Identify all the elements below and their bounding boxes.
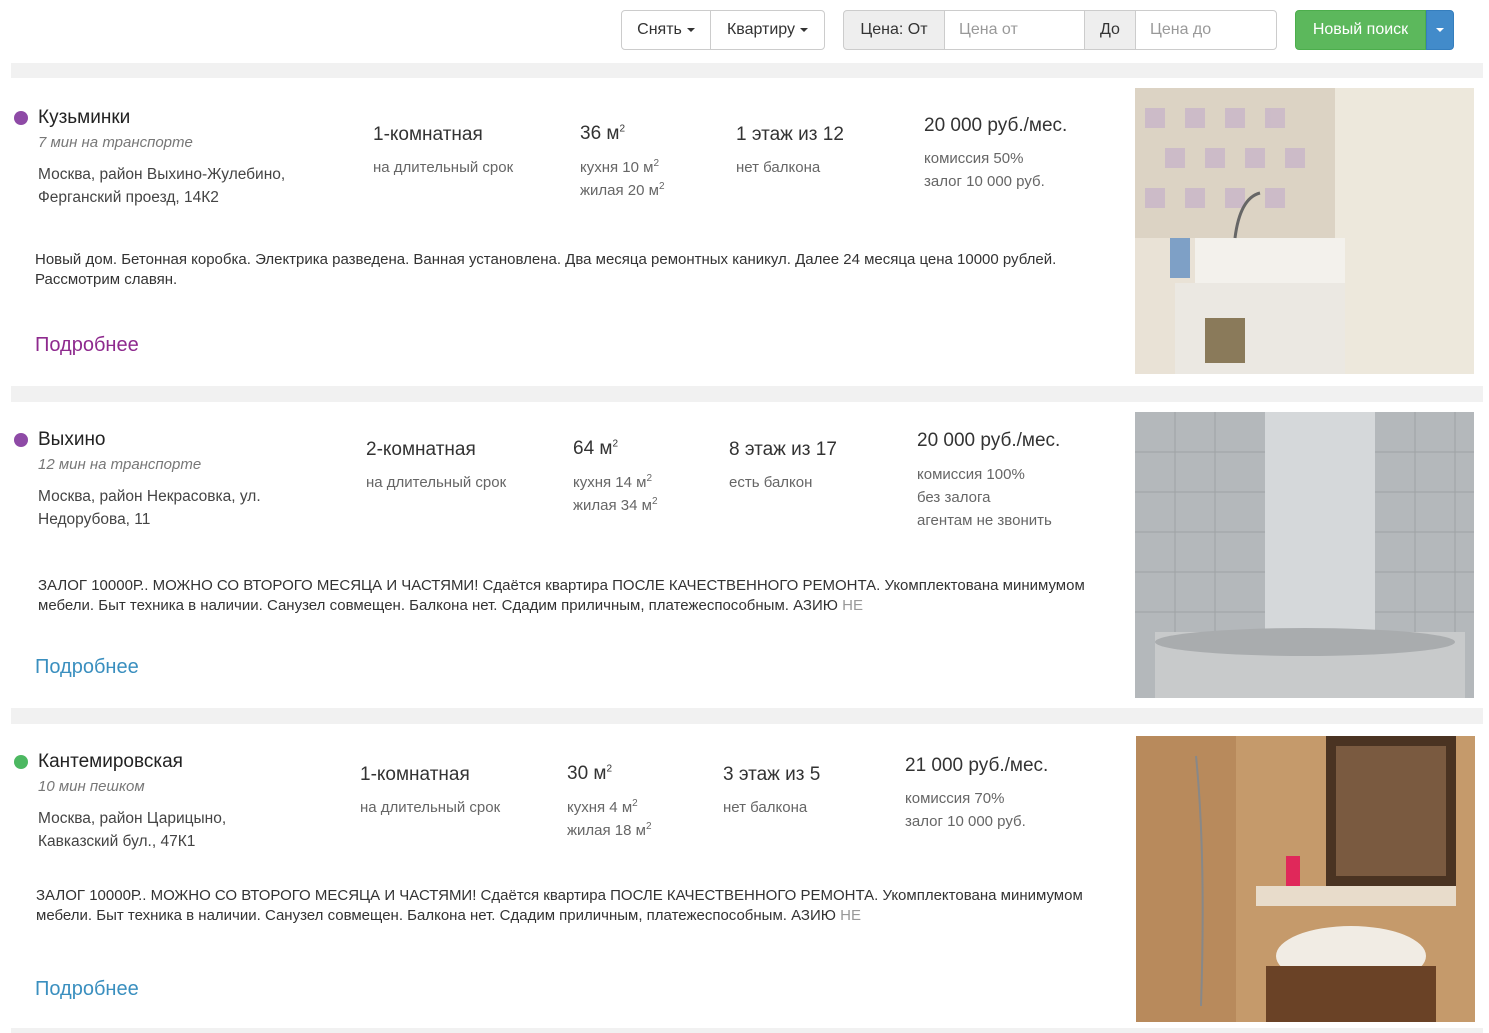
property-type-dropdown[interactable]: Квартиру: [710, 10, 825, 50]
deposit: без залога: [917, 489, 991, 506]
details-link[interactable]: Подробнее: [35, 334, 139, 357]
divider: [11, 63, 1483, 78]
floor: 3 этаж из 5: [723, 764, 821, 785]
price: 20 000 руб./мес.: [917, 430, 1061, 451]
floor: 1 этаж из 12: [736, 124, 844, 145]
total-area: 64 м2: [573, 438, 619, 459]
deal-type-label: Снять: [637, 21, 682, 38]
price-to-input[interactable]: [1135, 10, 1277, 50]
total-area: 36 м2: [580, 123, 626, 144]
listing-card: Выхино 12 мин на транспорте Москва, райо…: [0, 400, 1489, 708]
living-area: жилая 34 м2: [573, 496, 658, 515]
new-search-button[interactable]: Новый поиск: [1295, 10, 1426, 50]
kitchen-area: кухня 4 м2: [567, 798, 638, 817]
metro-station: Кантемировская: [38, 751, 183, 772]
chevron-down-icon: [800, 28, 809, 32]
metro-line-icon: [14, 433, 28, 447]
price-to-addon: До: [1084, 10, 1136, 50]
rent-term: на длительный срок: [366, 474, 507, 491]
agent-note: агентам не звонить: [917, 512, 1052, 529]
deal-type-dropdown[interactable]: Снять: [621, 10, 711, 50]
listing-card: Кузьминки 7 мин на транспорте Москва, ра…: [0, 78, 1489, 386]
metro-line-icon: [14, 111, 28, 125]
kitchen-area: кухня 14 м2: [573, 473, 653, 492]
deposit: залог 10 000 руб.: [924, 173, 1045, 190]
address-line-2: Кавказский бул., 47К1: [38, 833, 196, 850]
address-line-1: Москва, район Выхино-Жулебино,: [38, 166, 286, 183]
address-line-2: Недорубова, 11: [38, 511, 151, 528]
listing-photo[interactable]: [1135, 412, 1474, 698]
address-line-1: Москва, район Царицыно,: [38, 810, 227, 827]
commission: комиссия 50%: [924, 150, 1024, 167]
balcony: нет балкона: [723, 799, 808, 816]
details-link[interactable]: Подробнее: [35, 978, 139, 1001]
listing-photo[interactable]: [1135, 88, 1474, 374]
rooms: 1-комнатная: [373, 124, 483, 145]
listing-description: ЗАЛОГ 10000Р.. МОЖНО СО ВТОРОГО МЕСЯЦА И…: [38, 577, 1085, 614]
transit-time: 7 мин на транспорте: [38, 134, 193, 151]
rent-term: на длительный срок: [373, 159, 514, 176]
living-area: жилая 20 м2: [580, 181, 665, 200]
rent-term: на длительный срок: [360, 799, 501, 816]
listing-description: Новый дом. Бетонная коробка. Электрика р…: [35, 251, 1057, 288]
rooms: 1-комнатная: [360, 764, 470, 785]
property-type-label: Квартиру: [726, 21, 796, 38]
metro-station: Выхино: [38, 429, 106, 450]
price: 21 000 руб./мес.: [905, 755, 1049, 776]
address-line-1: Москва, район Некрасовка, ул.: [38, 488, 261, 505]
listing-card: Кантемировская 10 мин пешком Москва, рай…: [0, 722, 1489, 1030]
kitchen-area: кухня 10 м2: [580, 158, 660, 177]
chevron-down-icon: [1436, 28, 1444, 32]
price-from-addon: Цена: От: [843, 10, 945, 50]
living-area: жилая 18 м2: [567, 821, 652, 840]
commission: комиссия 70%: [905, 790, 1005, 807]
floor: 8 этаж из 17: [729, 439, 837, 460]
metro-station: Кузьминки: [38, 107, 131, 128]
commission: комиссия 100%: [917, 466, 1025, 483]
search-toolbar: Снять Квартиру Цена: От До Новый поиск: [0, 0, 1489, 62]
balcony: нет балкона: [736, 159, 821, 176]
transit-time: 12 мин на транспорте: [38, 456, 202, 473]
rooms: 2-комнатная: [366, 439, 476, 460]
address-line-2: Ферганский проезд, 14К2: [38, 189, 219, 206]
price: 20 000 руб./мес.: [924, 115, 1068, 136]
balcony: есть балкон: [729, 474, 813, 491]
chevron-down-icon: [686, 28, 695, 32]
metro-line-icon: [14, 755, 28, 769]
listing-description: ЗАЛОГ 10000Р.. МОЖНО СО ВТОРОГО МЕСЯЦА И…: [36, 887, 1083, 924]
deposit: залог 10 000 руб.: [905, 813, 1026, 830]
new-search-options-button[interactable]: [1426, 10, 1454, 50]
details-link[interactable]: Подробнее: [35, 656, 139, 679]
total-area: 30 м2: [567, 763, 613, 784]
listing-photo[interactable]: [1136, 736, 1475, 1022]
transit-time: 10 мин пешком: [38, 778, 145, 795]
price-from-input[interactable]: [944, 10, 1085, 50]
